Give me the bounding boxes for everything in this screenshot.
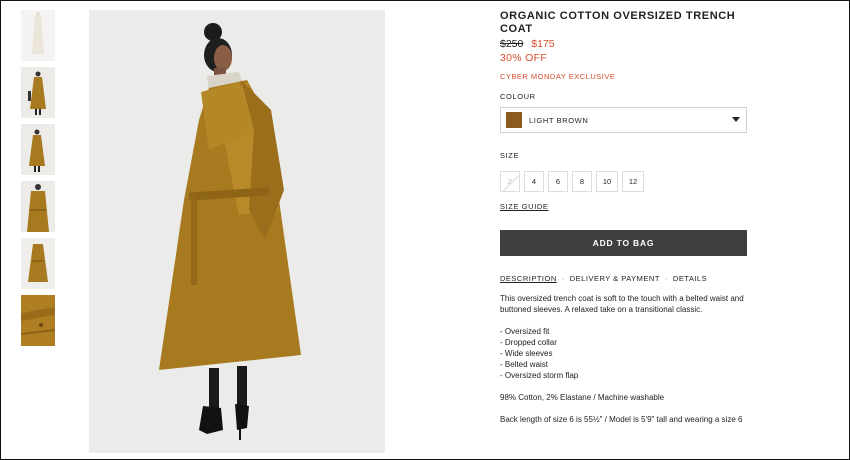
size-option-6[interactable]: 6 — [548, 171, 568, 192]
fit-note-text: Back length of size 6 is 55½" / Model is… — [500, 415, 743, 424]
model-in-trench-coat-image — [89, 10, 385, 453]
feature-item: - Wide sleeves — [500, 349, 553, 358]
size-guide-link[interactable]: SIZE GUIDE — [500, 202, 549, 211]
promo-label: CYBER MONDAY EXCLUSIVE — [500, 72, 616, 81]
description-content: This oversized trench coat is soft to th… — [500, 293, 747, 425]
thumbnail-3[interactable] — [21, 124, 55, 175]
thumbnail-1-image — [21, 10, 55, 61]
thumbnail-1[interactable] — [21, 10, 55, 61]
tab-details[interactable]: DETAILS — [673, 274, 707, 283]
discount-label: 30% OFF — [500, 52, 548, 64]
colour-selected-value: LIGHT BROWN — [529, 116, 589, 125]
colour-label: COLOUR — [500, 92, 536, 101]
original-price: $250 — [500, 38, 524, 50]
size-option-10[interactable]: 10 — [596, 171, 618, 192]
main-product-image[interactable] — [89, 10, 385, 453]
colour-select[interactable]: LIGHT BROWN — [500, 107, 747, 133]
size-option-2[interactable]: 2 — [500, 171, 520, 192]
size-option-4[interactable]: 4 — [524, 171, 544, 192]
composition-text: 98% Cotton, 2% Elastane / Machine washab… — [500, 393, 665, 402]
thumbnail-strip — [21, 10, 55, 352]
add-to-bag-button[interactable]: ADD TO BAG — [500, 230, 747, 256]
thumbnail-2[interactable] — [21, 67, 55, 118]
thumbnail-2-image — [21, 67, 55, 118]
product-details-panel: ORGANIC COTTON OVERSIZED TRENCH COAT $25… — [500, 10, 747, 425]
thumbnail-6[interactable] — [21, 295, 55, 346]
feature-item: - Oversized storm flap — [500, 371, 579, 380]
chevron-down-icon — [732, 117, 740, 122]
thumbnail-6-image — [21, 295, 55, 346]
tab-description[interactable]: DESCRIPTION — [500, 274, 557, 283]
thumbnail-4[interactable] — [21, 181, 55, 232]
thumbnail-4-image — [21, 181, 55, 232]
thumbnail-5[interactable] — [21, 238, 55, 289]
size-option-12[interactable]: 12 — [622, 171, 644, 192]
description-intro: This oversized trench coat is soft to th… — [500, 294, 744, 314]
tab-separator: · — [561, 274, 565, 283]
price-row: $250 $175 — [500, 38, 747, 50]
product-title: ORGANIC COTTON OVERSIZED TRENCH COAT — [500, 10, 736, 35]
feature-item: - Dropped collar — [500, 338, 557, 347]
info-tabs: DESCRIPTION · DELIVERY & PAYMENT · DETAI… — [500, 274, 747, 283]
sale-price: $175 — [531, 38, 555, 50]
tab-delivery-payment[interactable]: DELIVERY & PAYMENT — [570, 274, 660, 283]
thumbnail-5-image — [21, 238, 55, 289]
colour-swatch — [506, 112, 522, 128]
feature-item: - Oversized fit — [500, 327, 550, 336]
size-option-8[interactable]: 8 — [572, 171, 592, 192]
size-label: SIZE — [500, 151, 520, 160]
size-options: 2 4 6 8 10 12 — [500, 171, 747, 192]
tab-separator: · — [664, 274, 668, 283]
thumbnail-3-image — [21, 124, 55, 175]
feature-item: - Belted waist — [500, 360, 549, 369]
